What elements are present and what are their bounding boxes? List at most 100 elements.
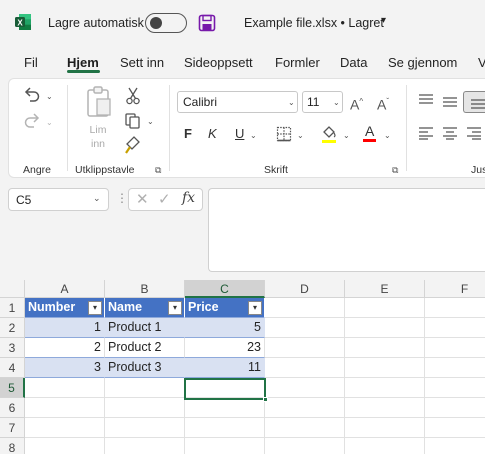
cell[interactable] xyxy=(185,438,265,454)
row-header[interactable]: 8 xyxy=(0,438,25,454)
borders-icon[interactable] xyxy=(276,126,292,142)
cell[interactable] xyxy=(25,398,105,418)
tab-home[interactable]: Hjem xyxy=(67,55,99,70)
cell[interactable] xyxy=(345,418,425,438)
tab-file[interactable]: Fil xyxy=(24,55,38,70)
cell[interactable] xyxy=(345,318,425,338)
row-header[interactable]: 3 xyxy=(0,338,25,358)
tab-review[interactable]: Se gjennom xyxy=(388,55,457,70)
cell[interactable] xyxy=(185,398,265,418)
cell[interactable] xyxy=(25,438,105,454)
insert-function-button[interactable]: fx xyxy=(182,190,195,206)
table-header-cell[interactable]: Name ▾ xyxy=(105,298,185,318)
active-cell-outline[interactable] xyxy=(184,378,266,400)
shrink-font-icon[interactable]: Aˇ xyxy=(377,94,389,113)
tab-formulas[interactable]: Formler xyxy=(275,55,320,70)
table-cell-price[interactable]: 23 xyxy=(185,338,265,358)
cell[interactable] xyxy=(425,378,485,398)
font-size-select[interactable]: 11 ⌄ xyxy=(302,91,343,113)
table-cell-number[interactable]: 2 xyxy=(25,338,105,358)
select-all-corner[interactable] xyxy=(0,280,25,298)
font-name-select[interactable]: Calibri ⌄ xyxy=(177,91,298,113)
cell[interactable] xyxy=(265,398,345,418)
formula-input[interactable] xyxy=(208,188,485,272)
table-header-cell[interactable]: Number ▾ xyxy=(25,298,105,318)
more-vertical-icon[interactable]: ⋮ xyxy=(116,191,128,205)
align-right-icon[interactable] xyxy=(466,126,482,140)
underline-dropdown-icon[interactable]: ⌄ xyxy=(250,131,257,140)
cell[interactable] xyxy=(265,298,345,318)
tab-insert[interactable]: Sett inn xyxy=(120,55,164,70)
column-header[interactable]: E xyxy=(345,280,425,298)
column-header[interactable]: D xyxy=(265,280,345,298)
row-header[interactable]: 6 xyxy=(0,398,25,418)
tab-view[interactable]: V xyxy=(478,55,485,70)
font-color-button[interactable]: A xyxy=(363,124,377,142)
cell[interactable] xyxy=(425,298,485,318)
document-title[interactable]: Example file.xlsx • Lagret xyxy=(244,16,384,30)
align-left-icon[interactable] xyxy=(418,126,434,140)
save-icon[interactable] xyxy=(198,14,216,32)
row-header[interactable]: 1 xyxy=(0,298,25,318)
cell[interactable] xyxy=(105,438,185,454)
cell[interactable] xyxy=(265,338,345,358)
tab-page-layout[interactable]: Sideoppsett xyxy=(184,55,253,70)
table-cell-price[interactable]: 11 xyxy=(185,358,265,378)
cell[interactable] xyxy=(345,398,425,418)
row-header[interactable]: 2 xyxy=(0,318,25,338)
cell[interactable] xyxy=(25,418,105,438)
cell[interactable] xyxy=(345,378,425,398)
table-header-cell[interactable]: Price ▾ xyxy=(185,298,265,318)
fill-color-dropdown-icon[interactable]: ⌄ xyxy=(343,131,350,140)
row-header[interactable]: 4 xyxy=(0,358,25,378)
column-header[interactable]: F xyxy=(425,280,485,298)
cell[interactable] xyxy=(345,298,425,318)
filter-dropdown-icon[interactable]: ▾ xyxy=(168,301,182,315)
table-cell-price[interactable]: 5 xyxy=(185,318,265,338)
cell[interactable] xyxy=(425,438,485,454)
align-bottom-button[interactable] xyxy=(463,91,485,113)
table-cell-name[interactable]: Product 2 xyxy=(105,338,185,358)
cell[interactable] xyxy=(425,418,485,438)
cell[interactable] xyxy=(185,418,265,438)
copy-icon[interactable] xyxy=(124,112,142,130)
cell[interactable] xyxy=(345,338,425,358)
tab-data[interactable]: Data xyxy=(340,55,367,70)
cell[interactable] xyxy=(265,358,345,378)
cell[interactable] xyxy=(265,318,345,338)
font-launcher-icon[interactable]: ⧉ xyxy=(392,165,398,176)
table-cell-name[interactable]: Product 1 xyxy=(105,318,185,338)
autosave-toggle[interactable] xyxy=(145,13,187,33)
column-header-selected[interactable]: C xyxy=(185,280,265,298)
underline-button[interactable]: U xyxy=(235,126,244,142)
cell[interactable] xyxy=(105,418,185,438)
row-header-selected[interactable]: 5 xyxy=(0,378,25,398)
chevron-down-icon[interactable]: ▾ xyxy=(381,15,386,26)
cell[interactable] xyxy=(425,358,485,378)
table-cell-name[interactable]: Product 3 xyxy=(105,358,185,378)
fill-color-icon[interactable] xyxy=(321,124,337,144)
cell[interactable] xyxy=(425,318,485,338)
cell[interactable] xyxy=(265,438,345,454)
cell[interactable] xyxy=(105,398,185,418)
cut-icon[interactable] xyxy=(125,87,141,105)
cell[interactable] xyxy=(345,358,425,378)
column-header[interactable]: B xyxy=(105,280,185,298)
grow-font-icon[interactable]: A^ xyxy=(350,94,363,113)
undo-icon[interactable] xyxy=(23,85,41,103)
align-top-icon[interactable] xyxy=(418,93,434,107)
cell[interactable] xyxy=(25,378,105,398)
filter-dropdown-icon[interactable]: ▾ xyxy=(248,301,262,315)
align-center-icon[interactable] xyxy=(442,126,458,140)
table-cell-number[interactable]: 3 xyxy=(25,358,105,378)
cell[interactable] xyxy=(345,438,425,454)
cell[interactable] xyxy=(265,418,345,438)
format-painter-icon[interactable] xyxy=(124,136,142,154)
italic-button[interactable]: K xyxy=(208,126,217,142)
cell[interactable] xyxy=(105,378,185,398)
chevron-down-icon[interactable]: ⌄ xyxy=(93,193,101,204)
align-middle-icon[interactable] xyxy=(442,96,458,110)
bold-button[interactable]: F xyxy=(184,126,192,142)
undo-dropdown-icon[interactable]: ⌄ xyxy=(46,92,53,101)
cell[interactable] xyxy=(425,338,485,358)
